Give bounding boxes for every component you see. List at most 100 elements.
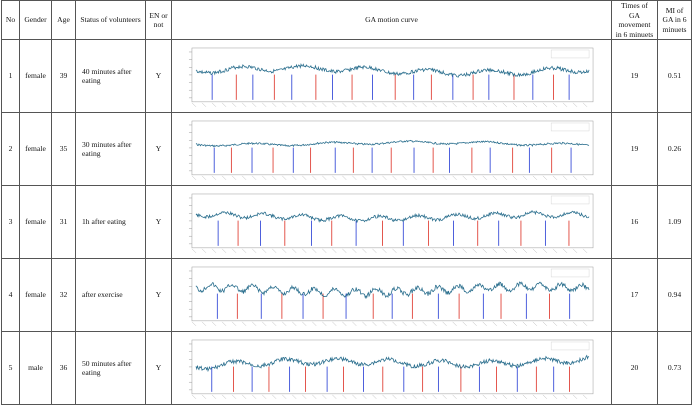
cell-gender: male bbox=[19, 331, 52, 405]
x-tick bbox=[262, 394, 267, 400]
x-tick bbox=[241, 248, 247, 254]
x-tick bbox=[492, 321, 497, 327]
x-tick bbox=[522, 394, 527, 400]
table-row: 4 female 32 after exercise Y 17 0.94 bbox=[1, 258, 692, 332]
x-tick bbox=[562, 248, 568, 254]
x-tick bbox=[272, 321, 277, 327]
x-tick bbox=[312, 321, 317, 327]
x-tick bbox=[201, 394, 207, 400]
x-tick bbox=[402, 248, 407, 254]
x-tick bbox=[492, 248, 497, 254]
x-tick bbox=[251, 248, 257, 254]
x-tick bbox=[312, 175, 317, 181]
x-tick bbox=[251, 175, 257, 181]
x-tick bbox=[201, 175, 207, 181]
ga-motion-curve-plot bbox=[188, 339, 594, 400]
x-tick bbox=[432, 102, 437, 108]
cell-no: 1 bbox=[1, 39, 20, 113]
x-tick bbox=[302, 175, 307, 181]
x-tick bbox=[221, 175, 227, 181]
x-tick bbox=[372, 102, 377, 108]
cell-no: 4 bbox=[1, 258, 20, 332]
x-tick bbox=[412, 394, 417, 400]
x-tick bbox=[492, 175, 497, 181]
x-tick bbox=[322, 248, 327, 254]
x-tick bbox=[352, 102, 357, 108]
ga-motion-curve-plot bbox=[188, 47, 594, 108]
legend-box bbox=[550, 122, 590, 132]
cell-en: Y bbox=[145, 258, 172, 332]
x-tick bbox=[502, 175, 507, 181]
ga-motion-curve-plot bbox=[188, 120, 594, 181]
x-tick bbox=[292, 394, 297, 400]
cell-no: 5 bbox=[1, 331, 20, 405]
x-tick bbox=[502, 321, 507, 327]
x-tick bbox=[512, 175, 517, 181]
x-tick bbox=[342, 248, 347, 254]
cell-no: 3 bbox=[1, 185, 20, 259]
x-tick bbox=[332, 321, 337, 327]
x-tick bbox=[221, 248, 227, 254]
ga-signal-trace bbox=[195, 354, 590, 373]
x-tick bbox=[582, 102, 588, 108]
cell-times: 17 bbox=[611, 258, 658, 332]
cell-gender: female bbox=[19, 258, 52, 332]
cell-status: 1h after eating bbox=[75, 185, 146, 259]
table-row: 1 female 39 40 minutes after eating Y 19 0.51 bbox=[1, 39, 692, 113]
x-tick bbox=[472, 321, 477, 327]
x-tick bbox=[342, 321, 347, 327]
x-tick bbox=[352, 248, 357, 254]
x-tick bbox=[562, 175, 568, 181]
x-tick bbox=[191, 321, 197, 327]
x-tick bbox=[412, 175, 417, 181]
x-tick bbox=[422, 321, 427, 327]
x-tick bbox=[201, 102, 207, 108]
x-tick bbox=[442, 248, 447, 254]
cell-age: 39 bbox=[51, 39, 76, 113]
x-tick bbox=[332, 175, 337, 181]
x-tick bbox=[382, 394, 387, 400]
header-age: Age bbox=[51, 0, 76, 40]
cell-en: Y bbox=[145, 331, 172, 405]
x-tick bbox=[462, 248, 467, 254]
x-tick bbox=[312, 248, 317, 254]
x-tick bbox=[352, 175, 357, 181]
x-tick bbox=[572, 394, 578, 400]
x-tick bbox=[282, 248, 287, 254]
header-en: EN or not bbox=[145, 0, 172, 40]
x-tick bbox=[322, 175, 327, 181]
x-tick bbox=[352, 394, 357, 400]
x-tick bbox=[312, 394, 317, 400]
x-tick bbox=[302, 102, 307, 108]
x-tick bbox=[332, 248, 337, 254]
x-tick bbox=[492, 394, 497, 400]
x-tick bbox=[231, 102, 237, 108]
x-tick bbox=[552, 248, 558, 254]
x-tick bbox=[412, 102, 417, 108]
x-tick bbox=[582, 394, 588, 400]
cell-curve bbox=[171, 331, 612, 405]
header-status: Status of volunteers bbox=[75, 0, 146, 40]
table-row: 2 female 35 30 minutes after eating Y 19 0.26 bbox=[1, 112, 692, 186]
x-tick bbox=[582, 321, 588, 327]
ga-motion-curve-plot bbox=[188, 266, 594, 327]
cell-status: after exercise bbox=[75, 258, 146, 332]
ga-motion-curve-plot bbox=[188, 193, 594, 254]
x-tick bbox=[372, 175, 377, 181]
x-tick bbox=[522, 321, 527, 327]
x-tick bbox=[432, 248, 437, 254]
x-tick bbox=[552, 175, 558, 181]
x-tick bbox=[422, 248, 427, 254]
x-tick bbox=[382, 248, 387, 254]
cell-status: 40 minutes after eating bbox=[75, 39, 146, 113]
x-tick bbox=[432, 321, 437, 327]
header-row: No Gender Age Status of volunteers EN or… bbox=[1, 0, 692, 40]
cell-status: 50 minutes after eating bbox=[75, 331, 146, 405]
x-tick bbox=[211, 175, 217, 181]
x-tick bbox=[572, 102, 578, 108]
cell-times: 19 bbox=[611, 112, 658, 186]
x-tick bbox=[462, 102, 467, 108]
x-tick bbox=[542, 175, 548, 181]
x-tick bbox=[432, 394, 437, 400]
x-tick bbox=[512, 394, 517, 400]
